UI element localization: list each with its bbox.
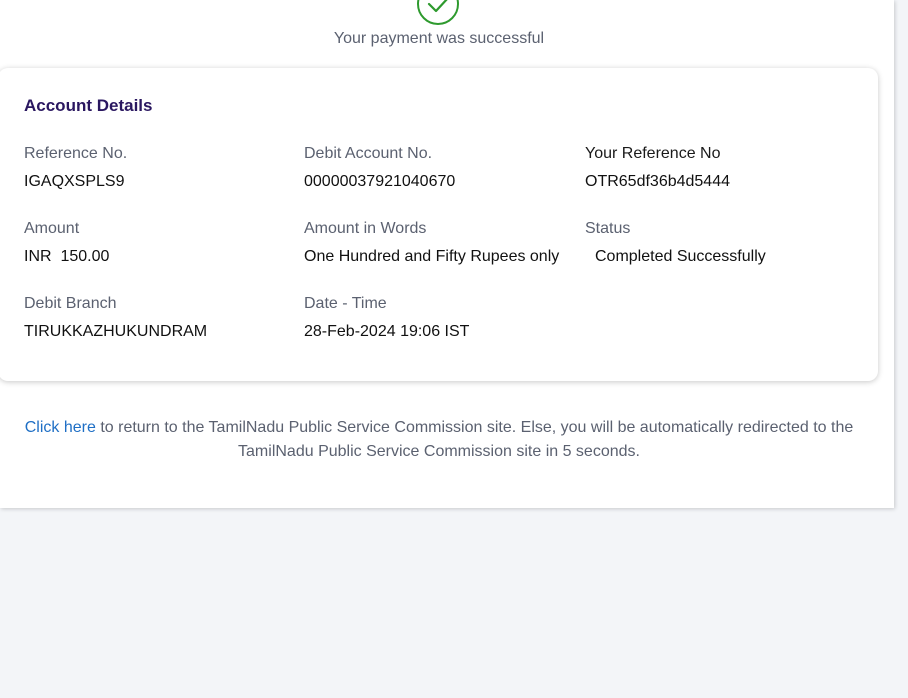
account-details-title: Account Details <box>24 96 153 115</box>
your-reference-field: Your Reference No OTR65df36b4d5444 <box>585 145 730 191</box>
amount-field: Amount INR 150.00 <box>24 220 109 266</box>
amount-in-words-label: Amount in Words <box>304 220 427 237</box>
debit-branch-label: Debit Branch <box>24 295 117 312</box>
reference-no-field: Reference No. IGAQXSPLS9 <box>24 145 127 191</box>
amount-label: Amount <box>24 220 80 237</box>
check-circle-icon <box>417 0 459 25</box>
your-reference-value: OTR65df36b4d5444 <box>585 173 730 190</box>
payment-result-panel: Your payment was successful Account Deta… <box>0 0 894 508</box>
amount-value: INR 150.00 <box>24 248 110 265</box>
amount-in-words-field: Amount in Words One Hundred and Fifty Ru… <box>304 220 559 266</box>
your-reference-label: Your Reference No <box>585 145 721 162</box>
status-label: Status <box>585 220 631 237</box>
reference-no-value: IGAQXSPLS9 <box>24 173 125 190</box>
reference-no-label: Reference No. <box>24 145 128 162</box>
status-field: Status Completed Successfully <box>585 220 766 266</box>
amount-in-words-value: One Hundred and Fifty Rupees only <box>304 248 560 265</box>
debit-account-value: 00000037921040670 <box>304 173 456 190</box>
date-time-value: 28-Feb-2024 19:06 IST <box>304 323 470 340</box>
success-message: Your payment was successful <box>333 30 545 47</box>
click-here-link[interactable]: Click here <box>25 419 96 436</box>
redirect-notice: Click here to return to the TamilNadu Pu… <box>20 416 858 464</box>
debit-branch-field: Debit Branch TIRUKKAZHUKUNDRAM <box>24 295 207 341</box>
date-time-field: Date - Time 28-Feb-2024 19:06 IST <box>304 295 469 341</box>
account-details-card: Account Details Reference No. IGAQXSPLS9… <box>0 68 878 381</box>
debit-branch-value: TIRUKKAZHUKUNDRAM <box>24 323 208 340</box>
debit-account-field: Debit Account No. 00000037921040670 <box>304 145 455 191</box>
debit-account-label: Debit Account No. <box>304 145 433 162</box>
status-value: Completed Successfully <box>595 248 766 265</box>
redirect-message: to return to the TamilNadu Public Servic… <box>95 419 854 460</box>
date-time-label: Date - Time <box>304 295 387 312</box>
